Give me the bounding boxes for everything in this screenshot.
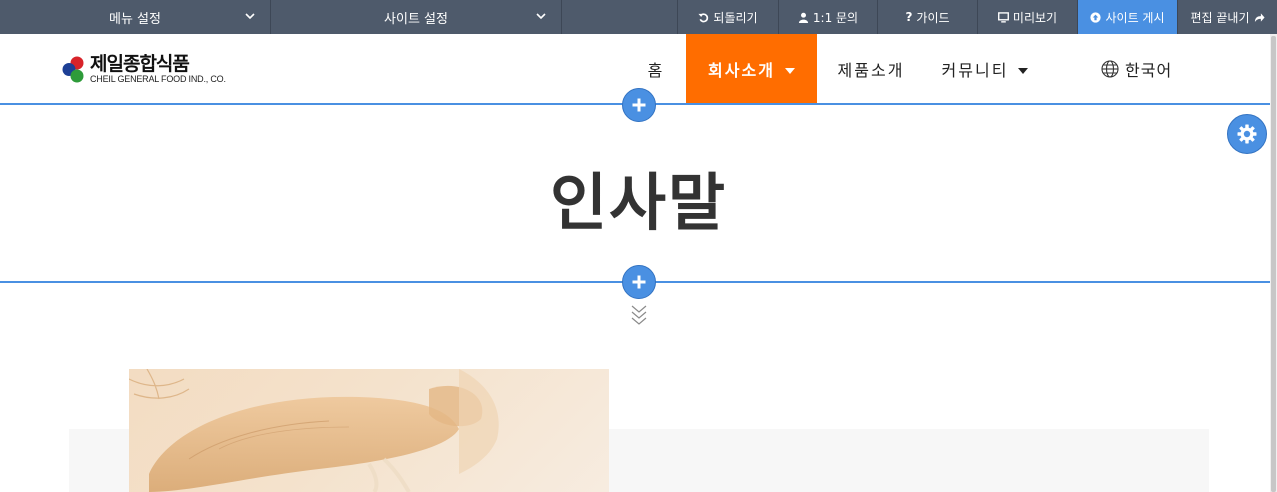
preview-button[interactable]: 미리보기 — [978, 0, 1078, 34]
caret-down-icon — [784, 67, 795, 74]
admin-toolbar: 메뉴 설정 사이트 설정 되돌리기 1:1 문의 ? 가이드 미리보기 사이트 … — [0, 0, 1277, 34]
gear-icon — [1237, 124, 1257, 144]
nav-item-label: 회사소개 — [708, 61, 775, 80]
share-icon — [1254, 12, 1265, 22]
nav-item-label: 제품소개 — [837, 61, 905, 80]
finish-edit-label: 편집 끝내기 — [1190, 10, 1250, 25]
inquiry-button[interactable]: 1:1 문의 — [779, 0, 878, 34]
toolbar-spacer — [562, 0, 678, 34]
inquiry-label: 1:1 문의 — [812, 10, 859, 25]
add-section-button[interactable] — [622, 265, 656, 299]
site-logo[interactable]: 제일종합식품 CHEIL GENERAL FOOD IND., CO. — [62, 54, 226, 84]
chevron-down-icon — [245, 13, 255, 20]
page-title: 인사말 — [549, 166, 728, 239]
publish-label: 사이트 게시 — [1105, 10, 1165, 25]
caret-down-icon — [1018, 67, 1029, 74]
user-icon — [798, 12, 808, 23]
nav-item-products[interactable]: 제품소개 — [817, 34, 925, 104]
finish-edit-button[interactable]: 편집 끝내기 — [1178, 0, 1277, 34]
nav-item-company[interactable]: 회사소개 — [686, 34, 817, 104]
logo-korean-text: 제일종합식품 — [90, 52, 190, 75]
ginseng-image — [129, 369, 609, 492]
menu-settings-select[interactable]: 메뉴 설정 — [0, 0, 271, 34]
preview-label: 미리보기 — [1012, 10, 1058, 25]
add-section-button[interactable] — [622, 88, 656, 122]
undo-label: 되돌리기 — [713, 10, 758, 25]
language-label: 한국어 — [1125, 61, 1173, 80]
nav-item-label: 홈 — [647, 61, 665, 80]
monitor-icon — [997, 11, 1009, 23]
undo-icon — [698, 12, 709, 22]
undo-button[interactable]: 되돌리기 — [678, 0, 779, 34]
site-settings-label: 사이트 설정 — [384, 11, 448, 27]
page-scrollbar-thumb[interactable] — [1271, 36, 1276, 492]
chevron-down-icon — [536, 13, 546, 20]
language-selector[interactable]: 한국어 — [1101, 34, 1172, 104]
plus-icon — [632, 98, 646, 112]
publish-site-button[interactable]: 사이트 게시 — [1078, 0, 1178, 34]
section-settings-button[interactable] — [1227, 114, 1267, 154]
guide-button[interactable]: ? 가이드 — [878, 0, 978, 34]
question-icon: ? — [905, 10, 913, 24]
upload-icon — [1090, 11, 1102, 23]
guide-label: 가이드 — [916, 10, 950, 25]
logo-english-text: CHEIL GENERAL FOOD IND., CO. — [90, 73, 226, 84]
site-settings-select[interactable]: 사이트 설정 — [271, 0, 562, 34]
main-nav: 홈 회사소개 제품소개 커뮤니티 — [626, 34, 1045, 104]
ginseng-illustration — [129, 369, 499, 492]
nav-item-community[interactable]: 커뮤니티 — [925, 34, 1045, 104]
logo-mark-icon — [62, 56, 84, 83]
menu-settings-label: 메뉴 설정 — [109, 11, 161, 27]
plus-icon — [632, 275, 646, 289]
nav-item-label: 커뮤니티 — [941, 61, 1009, 80]
globe-icon — [1101, 60, 1119, 78]
double-chevron-down-icon[interactable] — [630, 303, 648, 327]
